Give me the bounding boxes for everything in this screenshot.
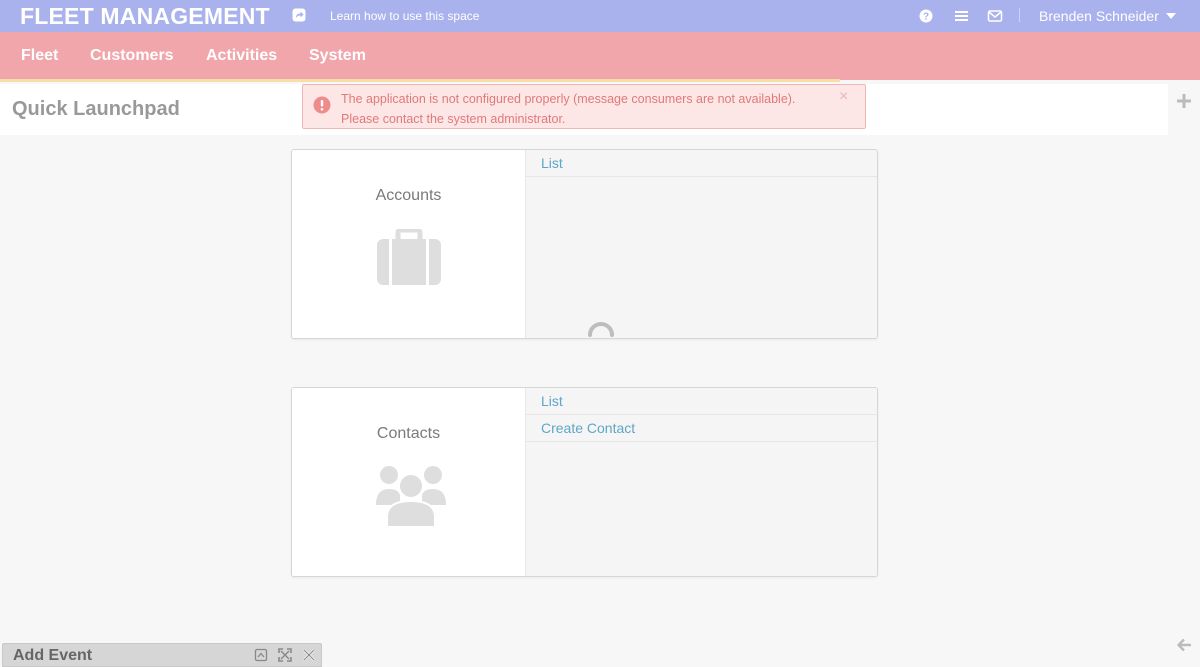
close-icon[interactable] [302, 648, 316, 662]
accounts-widget: Accounts List [291, 149, 878, 339]
arrow-left-icon[interactable] [1176, 637, 1192, 653]
users-icon[interactable] [376, 461, 446, 527]
header-separator [1019, 8, 1020, 22]
share-icon[interactable] [292, 8, 306, 22]
widget-title: Accounts [375, 187, 442, 204]
main-nav: Fleet Customers Activities System [0, 32, 1200, 80]
accounts-list-link[interactable]: List [526, 150, 877, 177]
error-alert: The application is not configured proper… [302, 84, 866, 129]
exclamation-icon [313, 96, 331, 114]
widget-links: List [525, 150, 877, 338]
nav-item-fleet[interactable]: Fleet [21, 47, 58, 65]
expand-icon[interactable] [278, 648, 292, 662]
plus-icon[interactable] [1176, 93, 1192, 109]
widget-title: Contacts [376, 425, 441, 442]
user-menu[interactable]: Brenden Schneider [1039, 8, 1176, 24]
nav-item-system[interactable]: System [309, 47, 366, 65]
add-event-panel[interactable]: Add Event [2, 643, 322, 667]
page-title: Quick Launchpad [12, 98, 180, 120]
top-header: FLEET MANAGEMENT Learn how to use this s… [0, 0, 1200, 32]
user-name: Brenden Schneider [1039, 8, 1159, 24]
nav-item-activities[interactable]: Activities [206, 47, 277, 65]
close-icon[interactable]: × [839, 88, 848, 106]
alert-line-1: The application is not configured proper… [341, 92, 796, 106]
widget-header: Contacts [292, 388, 525, 576]
add-event-title[interactable]: Add Event [13, 647, 92, 665]
learn-link[interactable]: Learn how to use this space [330, 9, 479, 23]
list-icon[interactable] [953, 8, 969, 24]
loading-spinner-icon [588, 322, 614, 337]
caret-down-icon [1165, 13, 1176, 19]
contacts-widget: Contacts List Create Contact [291, 387, 878, 577]
widget-links: List Create Contact [525, 388, 877, 576]
widget-header: Accounts [292, 150, 525, 338]
mail-icon[interactable] [987, 8, 1003, 24]
alert-message: The application is not configured proper… [341, 89, 831, 129]
contacts-list-link[interactable]: List [526, 388, 877, 415]
nav-item-customers[interactable]: Customers [90, 47, 174, 65]
briefcase-icon[interactable] [376, 229, 442, 287]
minimize-icon[interactable] [254, 648, 268, 662]
loading-progress-bar [0, 79, 840, 82]
app-title[interactable]: FLEET MANAGEMENT [20, 3, 270, 30]
help-icon[interactable]: ? [918, 8, 934, 24]
create-contact-link[interactable]: Create Contact [526, 415, 877, 442]
svg-text:?: ? [923, 12, 929, 23]
alert-line-2: Please contact the system administrator. [341, 112, 566, 126]
